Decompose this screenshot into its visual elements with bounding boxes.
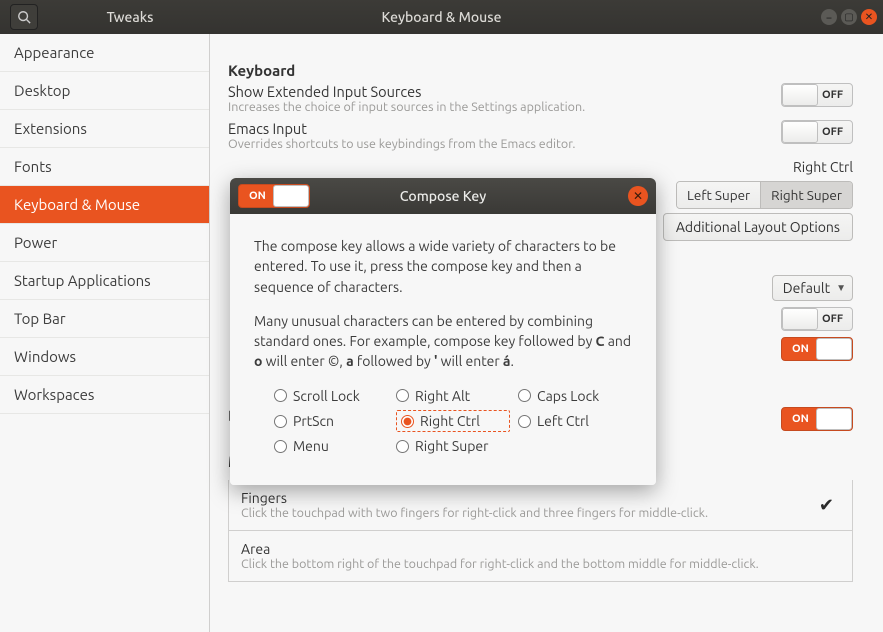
sidebar-item-keyboard-mouse[interactable]: Keyboard & Mouse [0,186,209,224]
sidebar-item-startup-apps[interactable]: Startup Applications [0,262,209,300]
extended-input-toggle[interactable]: OFF [781,83,853,107]
sidebar-item-appearance[interactable]: Appearance [0,34,209,72]
radio-right-super[interactable]: Right Super [396,436,510,456]
sidebar-item-top-bar[interactable]: Top Bar [0,300,209,338]
sidebar-item-fonts[interactable]: Fonts [0,148,209,186]
sidebar-item-workspaces[interactable]: Workspaces [0,376,209,414]
radio-left-ctrl[interactable]: Left Ctrl [518,410,632,432]
check-icon: ✔ [819,495,834,516]
fingers-desc: Click the touchpad with two fingers for … [241,506,708,520]
radio-prtscn[interactable]: PrtScn [274,410,388,432]
compose-key-toggle[interactable]: ON [238,184,310,208]
sidebar: Appearance Desktop Extensions Fonts Keyb… [0,34,210,632]
maximize-button[interactable]: ▢ [841,9,857,25]
pointing-off-toggle[interactable]: OFF [781,307,853,331]
radio-right-ctrl[interactable]: Right Ctrl [396,410,510,432]
extended-input-desc: Increases the choice of input sources in… [228,100,585,114]
left-super-option[interactable]: Left Super [677,182,760,208]
radio-caps-lock[interactable]: Caps Lock [518,386,632,406]
compose-key-value: Right Ctrl [793,159,853,175]
app-title: Tweaks [50,9,210,25]
super-key-segment[interactable]: Left Super Right Super [676,181,853,209]
dialog-header: ON Compose Key ✕ [230,178,656,214]
dialog-para-1: The compose key allows a wide variety of… [254,236,632,297]
sidebar-item-power[interactable]: Power [0,224,209,262]
area-desc: Click the bottom right of the touchpad f… [241,557,759,571]
search-button[interactable] [10,4,38,30]
dialog-para-2: Many unusual characters can be entered b… [254,311,632,372]
disable-while-typing-toggle[interactable]: ON [781,407,853,431]
fingers-title: Fingers [241,490,708,506]
sidebar-item-extensions[interactable]: Extensions [0,110,209,148]
sidebar-item-windows[interactable]: Windows [0,338,209,376]
accel-profile-combo[interactable]: Default ▼ [772,275,853,301]
search-icon [17,10,31,24]
extended-input-title: Show Extended Input Sources [228,83,585,100]
radio-scroll-lock[interactable]: Scroll Lock [274,386,388,406]
area-option[interactable]: Area Click the bottom right of the touch… [228,531,853,582]
pointing-on-toggle[interactable]: ON [781,337,853,361]
titlebar: Tweaks Keyboard & Mouse – ▢ ✕ [0,0,883,34]
close-button[interactable]: ✕ [861,9,877,25]
section-keyboard-title: Keyboard [228,62,853,79]
radio-menu[interactable]: Menu [274,436,388,456]
right-super-option[interactable]: Right Super [760,182,852,208]
chevron-down-icon: ▼ [836,282,846,294]
additional-layout-button[interactable]: Additional Layout Options [663,213,853,241]
compose-key-dialog: ON Compose Key ✕ The compose key allows … [230,178,656,485]
emacs-input-title: Emacs Input [228,120,575,137]
minimize-button[interactable]: – [821,9,837,25]
emacs-input-toggle[interactable]: OFF [781,120,853,144]
dialog-close-button[interactable]: ✕ [628,186,648,206]
dialog-body: The compose key allows a wide variety of… [230,214,656,485]
fingers-option[interactable]: Fingers Click the touchpad with two fing… [228,480,853,531]
emacs-input-desc: Overrides shortcuts to use keybindings f… [228,137,575,151]
area-title: Area [241,541,759,557]
radio-right-alt[interactable]: Right Alt [396,386,510,406]
sidebar-item-desktop[interactable]: Desktop [0,72,209,110]
close-icon: ✕ [633,189,643,203]
